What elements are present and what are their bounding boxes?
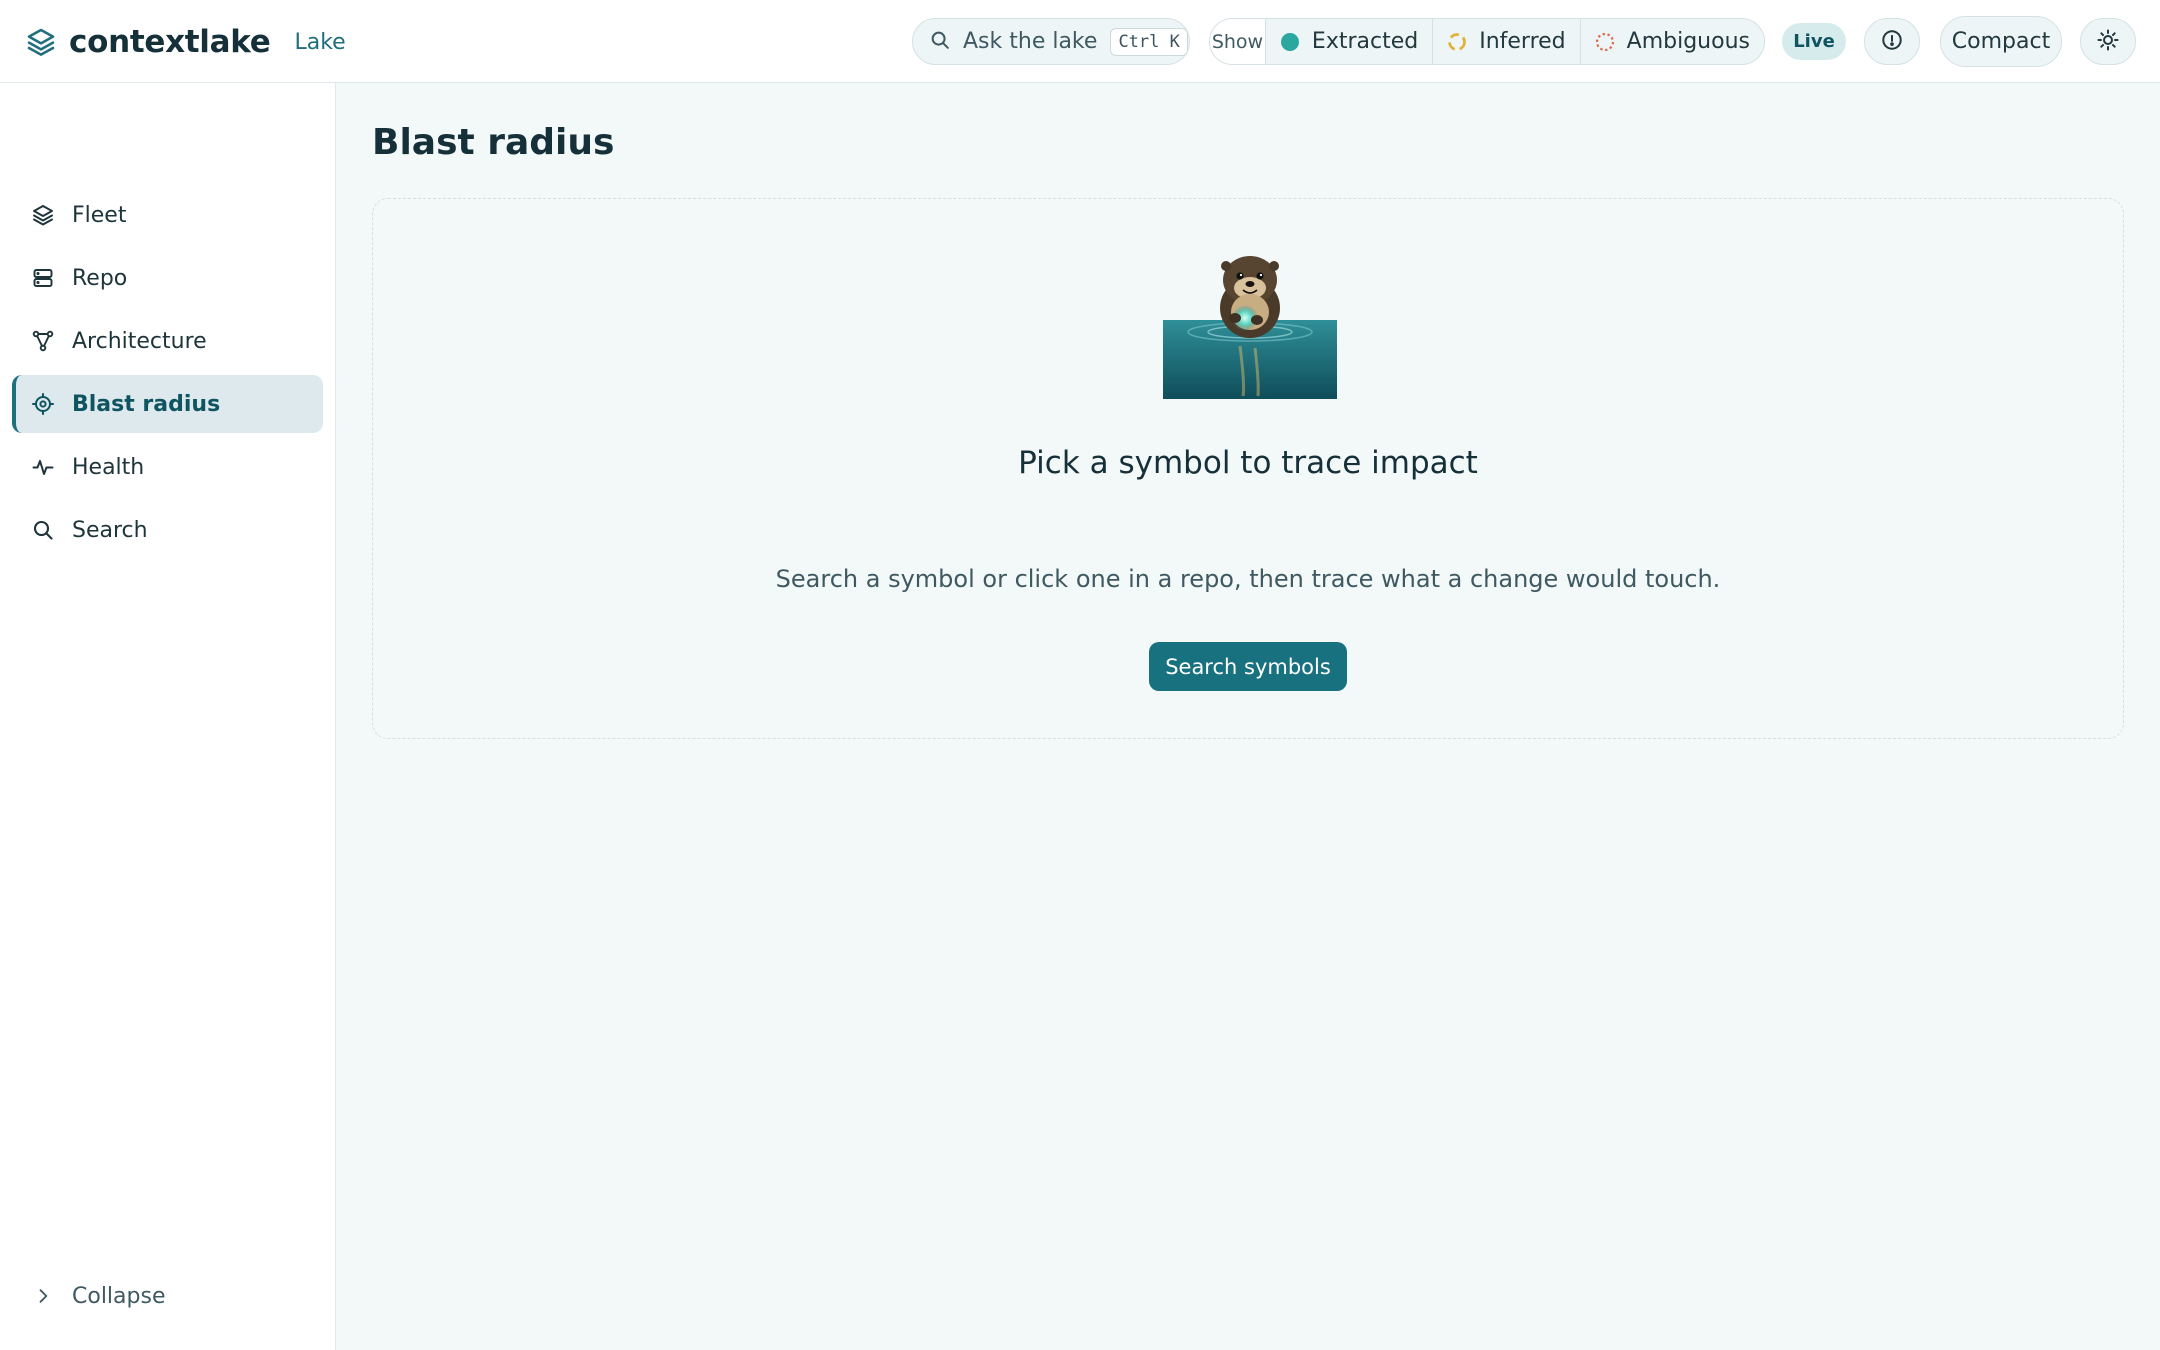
chevron-right-icon bbox=[30, 1283, 56, 1309]
filter-ambiguous-label: Ambiguous bbox=[1626, 29, 1750, 54]
top-bar: contextlake Lake Ask the lake Ctrl K Sho… bbox=[0, 0, 2160, 83]
pulse-icon bbox=[30, 454, 56, 480]
sidebar-item-blast-radius[interactable]: Blast radius bbox=[12, 375, 323, 433]
layers-logo-icon bbox=[24, 25, 58, 59]
collapse-label: Collapse bbox=[72, 1283, 166, 1309]
sidebar-item-label: Fleet bbox=[72, 202, 127, 228]
app-name: contextlake bbox=[69, 24, 271, 60]
show-label: Show bbox=[1210, 19, 1266, 64]
sidebar-item-health[interactable]: Health bbox=[12, 438, 323, 496]
empty-state-card: Pick a symbol to trace impact Search a s… bbox=[372, 198, 2124, 739]
sidebar-item-fleet[interactable]: Fleet bbox=[12, 186, 323, 244]
theme-toggle-button[interactable] bbox=[2080, 18, 2136, 65]
sidebar-item-label: Search bbox=[72, 517, 148, 543]
filter-inferred-label: Inferred bbox=[1479, 29, 1566, 54]
info-button[interactable] bbox=[1864, 18, 1920, 65]
empty-state-description: Search a symbol or click one in a repo, … bbox=[775, 565, 1721, 593]
otter-illustration bbox=[1163, 256, 1337, 399]
sidebar-item-repo[interactable]: Repo bbox=[12, 249, 323, 307]
sidebar-item-label: Blast radius bbox=[72, 391, 221, 417]
graph-icon bbox=[30, 328, 56, 354]
sidebar-item-label: Repo bbox=[72, 265, 128, 291]
sidebar-item-label: Health bbox=[72, 454, 145, 480]
layers-icon bbox=[30, 202, 56, 228]
sidebar-item-architecture[interactable]: Architecture bbox=[12, 312, 323, 370]
filter-extracted-label: Extracted bbox=[1311, 29, 1419, 54]
filter-ambiguous[interactable]: Ambiguous bbox=[1581, 19, 1764, 64]
ask-shortcut: Ctrl K bbox=[1110, 27, 1188, 56]
inferred-dashed-ring-icon bbox=[1447, 32, 1467, 52]
filter-extracted[interactable]: Extracted bbox=[1266, 19, 1434, 64]
collapse-sidebar-button[interactable]: Collapse bbox=[30, 1283, 166, 1309]
target-icon bbox=[30, 391, 56, 417]
ask-lake-button[interactable]: Ask the lake Ctrl K bbox=[912, 18, 1190, 65]
sun-icon bbox=[2096, 28, 2120, 56]
page-title: Blast radius bbox=[372, 122, 615, 163]
live-badge[interactable]: Live bbox=[1782, 23, 1846, 60]
filter-inferred[interactable]: Inferred bbox=[1433, 19, 1581, 64]
info-icon bbox=[1881, 29, 1903, 55]
search-icon bbox=[30, 517, 56, 543]
app-section[interactable]: Lake bbox=[294, 30, 345, 55]
show-filter-group: Show Extracted Inferred Ambiguous bbox=[1209, 18, 1765, 65]
sidebar-item-search[interactable]: Search bbox=[12, 501, 323, 559]
sidebar-item-label: Architecture bbox=[72, 328, 207, 354]
brand[interactable]: contextlake Lake bbox=[24, 21, 346, 63]
search-icon bbox=[929, 29, 951, 55]
search-symbols-button[interactable]: Search symbols bbox=[1149, 642, 1347, 691]
server-icon bbox=[30, 265, 56, 291]
ask-lake-label: Ask the lake bbox=[963, 29, 1098, 54]
extracted-dot-icon bbox=[1280, 32, 1300, 52]
compact-button[interactable]: Compact bbox=[1940, 16, 2062, 67]
ambiguous-dotted-ring-icon bbox=[1595, 32, 1615, 52]
empty-state-title: Pick a symbol to trace impact bbox=[1018, 445, 1478, 481]
sidebar: Fleet Repo Architecture Blast radius Health S… bbox=[0, 83, 336, 1350]
